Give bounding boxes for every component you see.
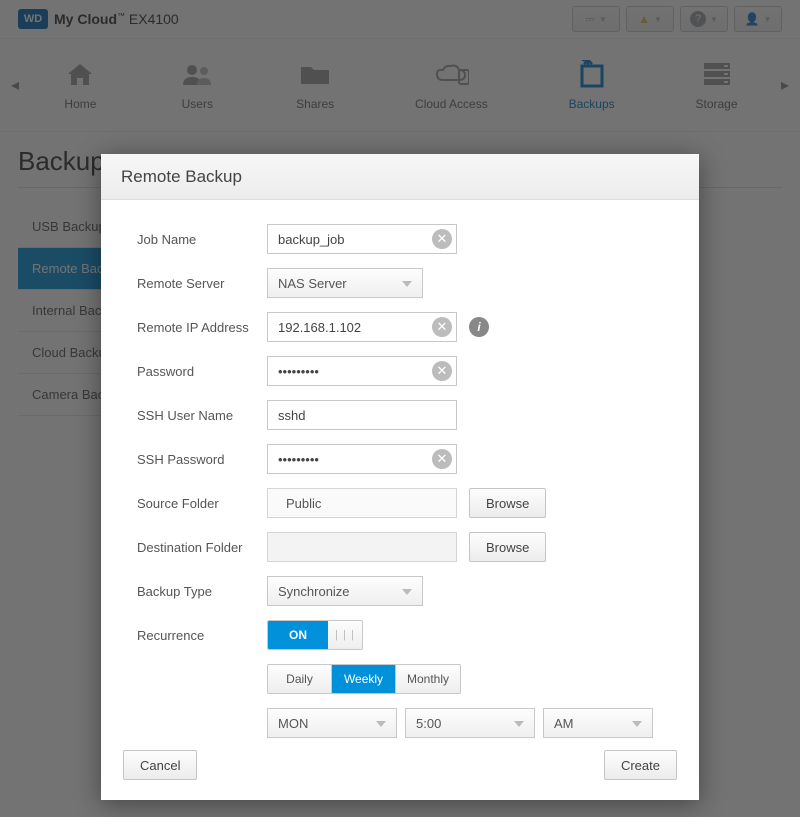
modal-title: Remote Backup	[101, 154, 699, 200]
browse-source-button[interactable]: Browse	[469, 488, 546, 518]
freq-monthly-button[interactable]: Monthly	[396, 665, 460, 693]
label-recurrence: Recurrence	[137, 628, 267, 643]
backup-type-select[interactable]: Synchronize	[267, 576, 423, 606]
label-backup-type: Backup Type	[137, 584, 267, 599]
hour-select[interactable]: 5:00	[405, 708, 535, 738]
freq-daily-button[interactable]: Daily	[268, 665, 332, 693]
label-dest-folder: Destination Folder	[137, 540, 267, 555]
label-remote-ip: Remote IP Address	[137, 320, 267, 335]
password-input[interactable]	[267, 356, 457, 386]
ssh-user-input[interactable]	[267, 400, 457, 430]
label-remote-server: Remote Server	[137, 276, 267, 291]
frequency-segment: Daily Weekly Monthly	[267, 664, 461, 694]
browse-dest-button[interactable]: Browse	[469, 532, 546, 562]
label-ssh-password: SSH Password	[137, 452, 267, 467]
toggle-on-label: ON	[268, 621, 328, 649]
freq-weekly-button[interactable]: Weekly	[332, 665, 396, 693]
info-icon[interactable]: i	[469, 317, 489, 337]
clear-icon[interactable]: ✕	[432, 361, 452, 381]
label-job-name: Job Name	[137, 232, 267, 247]
ampm-select[interactable]: AM	[543, 708, 653, 738]
label-password: Password	[137, 364, 267, 379]
remote-ip-input[interactable]	[267, 312, 457, 342]
clear-icon[interactable]: ✕	[432, 449, 452, 469]
ssh-password-input[interactable]	[267, 444, 457, 474]
remote-backup-modal: Remote Backup Job Name ✕ Remote Server N…	[101, 154, 699, 800]
remote-server-select[interactable]: NAS Server	[267, 268, 423, 298]
day-select[interactable]: MON	[267, 708, 397, 738]
clear-icon[interactable]: ✕	[432, 229, 452, 249]
job-name-input[interactable]	[267, 224, 457, 254]
cancel-button[interactable]: Cancel	[123, 750, 197, 780]
source-folder-display: Public	[267, 488, 457, 518]
label-ssh-user: SSH User Name	[137, 408, 267, 423]
dest-folder-display	[267, 532, 457, 562]
recurrence-toggle[interactable]: ON | | |	[267, 620, 363, 650]
clear-icon[interactable]: ✕	[432, 317, 452, 337]
toggle-handle-icon: | | |	[328, 621, 362, 649]
label-source-folder: Source Folder	[137, 496, 267, 511]
create-button[interactable]: Create	[604, 750, 677, 780]
